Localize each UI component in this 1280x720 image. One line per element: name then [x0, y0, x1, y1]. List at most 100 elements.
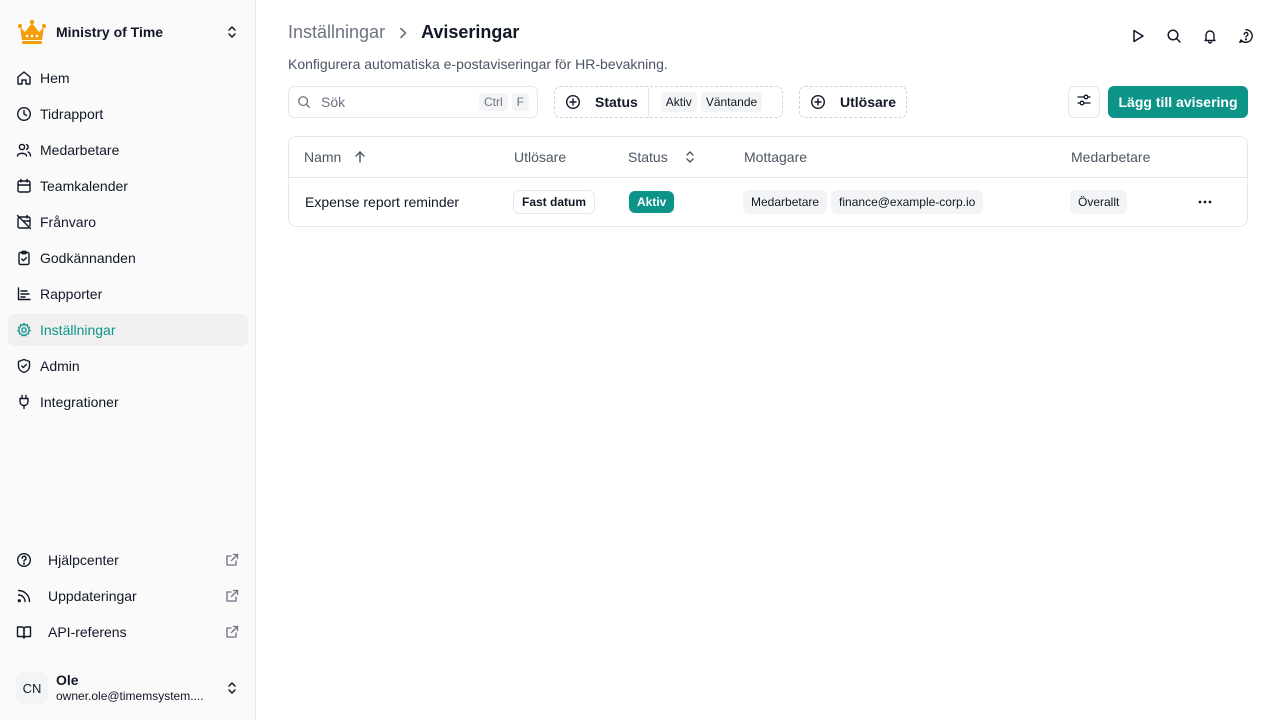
calendar-off-icon [16, 214, 32, 230]
breadcrumb: Inställningar Aviseringar [288, 22, 519, 43]
bell-icon[interactable] [1198, 24, 1222, 48]
sliders-icon [1076, 92, 1092, 113]
clock-icon [16, 106, 32, 122]
toolbar: Ctrl F Status Aktiv Väntande Utlösare Lä… [288, 86, 1248, 118]
help-center-link[interactable]: Hjälpcenter [8, 544, 248, 576]
crown-icon [16, 16, 48, 48]
sidebar-item-hem[interactable]: Hem [8, 62, 248, 94]
sidebar-item-label: Hem [40, 70, 70, 86]
external-link-icon [224, 552, 240, 568]
sidebar-item-integrationer[interactable]: Integrationer [8, 386, 248, 418]
filter-chip-aktiv: Aktiv [660, 92, 697, 112]
footer-link-label: Uppdateringar [48, 588, 137, 604]
search-icon[interactable] [1162, 24, 1186, 48]
more-horizontal-icon[interactable] [1193, 190, 1217, 214]
user-email: owner.ole@timemsystem.... [56, 689, 204, 703]
user-menu[interactable]: CN Ole owner.ole@timemsystem.... [8, 664, 248, 712]
cell-employees: Överallt [1070, 178, 1131, 226]
footer-link-label: Hjälpcenter [48, 552, 119, 568]
users-icon [16, 142, 32, 158]
sidebar-item-label: Medarbetare [40, 142, 120, 158]
top-actions [1126, 24, 1258, 48]
cell-actions [1193, 178, 1217, 226]
sidebar-item-label: Admin [40, 358, 80, 374]
chat-help-icon[interactable] [1234, 24, 1258, 48]
external-link-icon [224, 588, 240, 604]
sidebar-item-admin[interactable]: Admin [8, 350, 248, 382]
chevrons-up-down-icon [224, 24, 240, 40]
clipboard-check-icon [16, 250, 32, 266]
table-row[interactable]: Expense report reminder Fast datum Aktiv… [289, 178, 1247, 226]
recipient-badge: Medarbetare [743, 190, 828, 214]
recipient-badge: finance@example-corp.io [831, 190, 984, 214]
plus-circle-icon [565, 94, 581, 110]
chevrons-up-down-icon [684, 150, 696, 164]
sidebar-item-franvaro[interactable]: Frånvaro [8, 206, 248, 238]
status-badge: Aktiv [629, 191, 675, 213]
sidebar-item-label: Godkännanden [40, 250, 136, 266]
column-header-status[interactable]: Status [628, 137, 696, 177]
plug-icon [16, 394, 32, 410]
cell-status: Aktiv [629, 178, 675, 226]
chevron-right-icon [399, 27, 407, 39]
sidebar-item-rapporter[interactable]: Rapporter [8, 278, 248, 310]
chevrons-up-down-icon [224, 680, 240, 696]
book-icon [16, 624, 32, 640]
report-icon [16, 286, 32, 302]
calendar-icon [16, 178, 32, 194]
sidebar: Ministry of Time Hem Tidrapport Medarbet… [0, 0, 256, 720]
avatar: CN [16, 672, 48, 704]
search-box: Ctrl F [288, 86, 538, 118]
sidebar-item-teamkalender[interactable]: Teamkalender [8, 170, 248, 202]
user-name: Ole [56, 672, 79, 688]
arrow-up-icon [353, 150, 367, 164]
sidebar-item-godkannanden[interactable]: Godkännanden [8, 242, 248, 274]
trigger-badge: Fast datum [513, 190, 596, 214]
sidebar-item-medarbetare[interactable]: Medarbetare [8, 134, 248, 166]
sidebar-item-label: Rapporter [40, 286, 103, 302]
workspace-name: Ministry of Time [56, 24, 164, 40]
status-filter-main: Status [555, 87, 648, 117]
gear-icon [16, 322, 32, 338]
cell-name: Expense report reminder [305, 194, 460, 210]
sidebar-item-installningar[interactable]: Inställningar [8, 314, 248, 346]
api-reference-link[interactable]: API-referens [8, 616, 248, 648]
status-filter-button[interactable]: Status Aktiv Väntande [554, 86, 783, 118]
search-input[interactable] [321, 94, 475, 110]
column-label: Medarbetare [1071, 149, 1151, 165]
column-header-namn[interactable]: Namn [304, 137, 367, 177]
column-label: Mottagare [744, 149, 808, 165]
sidebar-item-label: Teamkalender [40, 178, 128, 194]
sidebar-item-label: Frånvaro [40, 214, 97, 230]
user-info: Ole owner.ole@timemsystem.... [56, 672, 224, 704]
external-link-icon [224, 624, 240, 640]
add-notification-button[interactable]: Lägg till avisering [1108, 86, 1248, 118]
page-title: Aviseringar [421, 22, 520, 42]
trigger-filter-label: Utlösare [840, 94, 897, 110]
column-header-medarbetare: Medarbetare [1071, 137, 1150, 177]
page-subtitle: Konfigurera automatiska e-postaviseringa… [288, 56, 668, 72]
play-icon[interactable] [1126, 24, 1150, 48]
notifications-table: Namn Utlösare Status Mottagare Medarbeta… [288, 136, 1248, 227]
workspace-switcher[interactable]: Ministry of Time [8, 12, 248, 52]
shortcut-ctrl: Ctrl [478, 93, 508, 111]
main-nav: Hem Tidrapport Medarbetare Teamkalender … [8, 62, 248, 422]
plus-circle-icon [810, 94, 826, 110]
updates-link[interactable]: Uppdateringar [8, 580, 248, 612]
view-options-button[interactable] [1068, 86, 1100, 118]
column-header-mottagare: Mottagare [744, 137, 807, 177]
sidebar-item-label: Tidrapport [40, 106, 104, 122]
footer-links: Hjälpcenter Uppdateringar API-referens [8, 544, 248, 652]
cell-recipients: Medarbetare finance@example-corp.io [743, 178, 987, 226]
sidebar-item-label: Integrationer [40, 394, 119, 410]
status-filter-chips: Aktiv Väntande [649, 92, 763, 112]
filter-chip-vantande: Väntande [700, 92, 763, 112]
column-label: Status [628, 149, 668, 165]
trigger-filter-button[interactable]: Utlösare [799, 86, 907, 118]
breadcrumb-parent[interactable]: Inställningar [288, 22, 385, 43]
sidebar-item-tidrapport[interactable]: Tidrapport [8, 98, 248, 130]
table-header: Namn Utlösare Status Mottagare Medarbeta… [289, 137, 1247, 178]
status-filter-label: Status [595, 94, 638, 110]
search-icon [297, 94, 313, 110]
shortcut-f: F [511, 93, 529, 111]
